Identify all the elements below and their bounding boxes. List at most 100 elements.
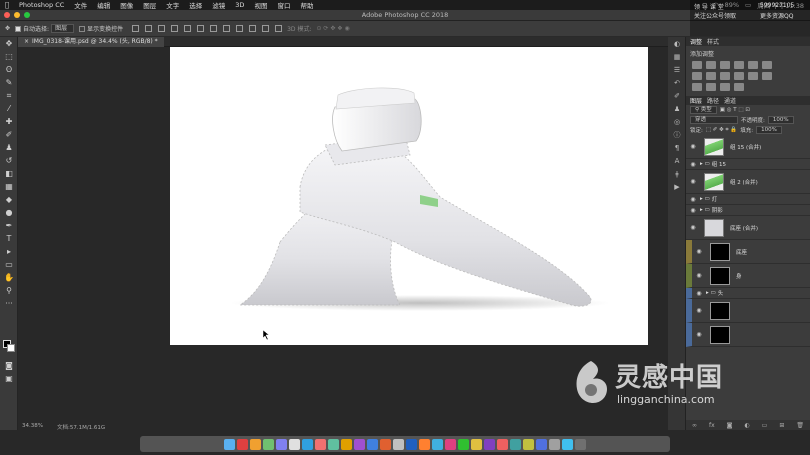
new-group-icon[interactable]: ▭ <box>762 422 768 429</box>
layer-row[interactable]: ◉ 身 <box>686 264 810 288</box>
photo-filter-icon[interactable] <box>720 72 730 80</box>
visibility-eye-icon[interactable]: ◉ <box>692 290 706 297</box>
menu-layer[interactable]: 图层 <box>138 0 161 10</box>
layer-row[interactable]: ◉ <box>686 299 810 323</box>
dock-app-icon[interactable] <box>380 438 391 450</box>
dock-app-icon[interactable] <box>549 438 560 450</box>
layer-row[interactable]: ◉ ▸ ▭ 阴影 <box>686 205 810 216</box>
visibility-eye-icon[interactable]: ◉ <box>686 143 700 150</box>
menu-image[interactable]: 图像 <box>115 0 138 10</box>
gradient-map-icon[interactable] <box>720 83 730 91</box>
eraser-tool-icon[interactable]: ◧ <box>0 167 18 180</box>
distribute-right-icon[interactable] <box>275 25 283 32</box>
visibility-eye-icon[interactable]: ◉ <box>686 178 700 185</box>
dock-app-icon[interactable] <box>536 438 547 450</box>
screen-mode-icon[interactable]: ▣ <box>0 372 18 385</box>
black-white-icon[interactable] <box>706 72 716 80</box>
dock-app-icon[interactable] <box>523 438 534 450</box>
dock-app-icon[interactable] <box>315 438 326 450</box>
color-lookup-icon[interactable] <box>748 72 758 80</box>
menu-help[interactable]: 帮助 <box>295 0 318 10</box>
show-transform-checkbox[interactable] <box>79 25 86 32</box>
auto-select-checkbox[interactable] <box>15 25 22 32</box>
menu-view[interactable]: 视图 <box>249 0 272 10</box>
menu-file[interactable]: 文件 <box>69 0 92 10</box>
history-brush-icon[interactable]: ↺ <box>0 154 18 167</box>
dock-app-icon[interactable] <box>276 438 287 450</box>
menu-app[interactable]: Photoshop CC <box>14 1 69 9</box>
quick-mask-icon[interactable]: ◙ <box>0 359 18 372</box>
folder-icon[interactable]: ▸ ▭ <box>700 207 710 213</box>
dock-app-icon[interactable] <box>263 438 274 450</box>
dock-app-icon[interactable] <box>458 438 469 450</box>
distribute-left-icon[interactable] <box>249 25 257 32</box>
dock-app-icon[interactable] <box>393 438 404 450</box>
vibrance-icon[interactable] <box>748 61 758 69</box>
layer-row[interactable]: ◉ 组 2 (合并) <box>686 170 810 194</box>
folder-icon[interactable]: ▸ ▭ <box>700 196 710 202</box>
visibility-eye-icon[interactable]: ◉ <box>686 224 700 231</box>
layer-row[interactable]: ◉ ▸ ▭ 灯 <box>686 194 810 205</box>
dodge-tool-icon[interactable]: ● <box>0 206 18 219</box>
lasso-tool-icon[interactable]: ʘ <box>0 63 18 76</box>
layer-row[interactable]: ◉ ▸ ▭ 头 <box>686 288 810 299</box>
levels-icon[interactable] <box>706 61 716 69</box>
background-color-swatch[interactable] <box>7 344 15 352</box>
align-vcenter-icon[interactable] <box>145 25 153 32</box>
tab-channels[interactable]: 通道 <box>724 96 736 105</box>
type-tool-icon[interactable]: T <box>0 232 18 245</box>
curves-icon[interactable] <box>720 61 730 69</box>
dock-app-icon[interactable] <box>575 438 586 450</box>
filter-icons[interactable]: ▣ ◎ T ⬚ ⊡ <box>720 107 750 113</box>
menu-window[interactable]: 窗口 <box>272 0 295 10</box>
link-layers-icon[interactable]: ∞ <box>692 422 697 429</box>
clone-source-icon[interactable]: ♟ <box>668 102 686 115</box>
visibility-eye-icon[interactable]: ◉ <box>686 161 700 168</box>
dock-app-icon[interactable] <box>328 438 339 450</box>
distribute-hcenter-icon[interactable] <box>262 25 270 32</box>
path-select-tool-icon[interactable]: ▸ <box>0 245 18 258</box>
move-tool-icon[interactable]: ✥ <box>0 37 18 50</box>
apple-icon[interactable]:  <box>0 1 14 9</box>
dock-app-icon[interactable] <box>289 438 300 450</box>
color-swatches[interactable] <box>3 340 15 352</box>
layer-row[interactable]: ◉ <box>686 323 810 347</box>
gradient-tool-icon[interactable]: ▦ <box>0 180 18 193</box>
dock-app-icon[interactable] <box>406 438 417 450</box>
hand-tool-icon[interactable]: ✋ <box>0 271 18 284</box>
zoom-tool-icon[interactable]: ⚲ <box>0 284 18 297</box>
pen-tool-icon[interactable]: ✒ <box>0 219 18 232</box>
selective-color-icon[interactable] <box>734 83 744 91</box>
invert-icon[interactable] <box>762 72 772 80</box>
hue-icon[interactable] <box>762 61 772 69</box>
distribute-top-icon[interactable] <box>210 25 218 32</box>
healing-brush-icon[interactable]: ✚ <box>0 115 18 128</box>
eyedropper-tool-icon[interactable]: ⁄ <box>0 102 18 115</box>
dock-app-icon[interactable] <box>432 438 443 450</box>
dock-app-icon[interactable] <box>510 438 521 450</box>
brush-tool-icon[interactable]: ✐ <box>0 128 18 141</box>
dock-app-icon[interactable] <box>224 438 235 450</box>
visibility-eye-icon[interactable]: ◉ <box>692 272 706 279</box>
fx-icon[interactable]: fx <box>709 422 715 429</box>
zoom-level[interactable]: 34.38% <box>22 423 43 430</box>
shape-tool-icon[interactable]: ▭ <box>0 258 18 271</box>
align-top-icon[interactable] <box>132 25 140 32</box>
tab-adjustments[interactable]: 调整 <box>690 37 702 46</box>
brush-panel-icon[interactable]: ✐ <box>668 89 686 102</box>
visibility-eye-icon[interactable]: ◉ <box>692 331 706 338</box>
history-panel-icon[interactable]: ↶ <box>668 76 686 89</box>
blend-mode-dropdown[interactable]: 穿透 <box>690 116 738 124</box>
character-panel-icon[interactable]: A <box>668 154 686 167</box>
new-adjustment-icon[interactable]: ◐ <box>744 422 749 429</box>
dock-app-icon[interactable] <box>445 438 456 450</box>
properties-panel-icon[interactable]: ☰ <box>668 63 686 76</box>
swatches-panel-icon[interactable]: ▦ <box>668 50 686 63</box>
dock-app-icon[interactable] <box>341 438 352 450</box>
marquee-tool-icon[interactable]: ⬚ <box>0 50 18 63</box>
more-tools-icon[interactable]: ··· <box>0 297 18 310</box>
dock-app-icon[interactable] <box>250 438 261 450</box>
document-tab[interactable]: × IMG_0318-课用.psd @ 34.4% (头, RGB/8) * <box>18 36 164 47</box>
distribute-vcenter-icon[interactable] <box>223 25 231 32</box>
layer-row[interactable]: ◉ 组 15 (合并) <box>686 135 810 159</box>
